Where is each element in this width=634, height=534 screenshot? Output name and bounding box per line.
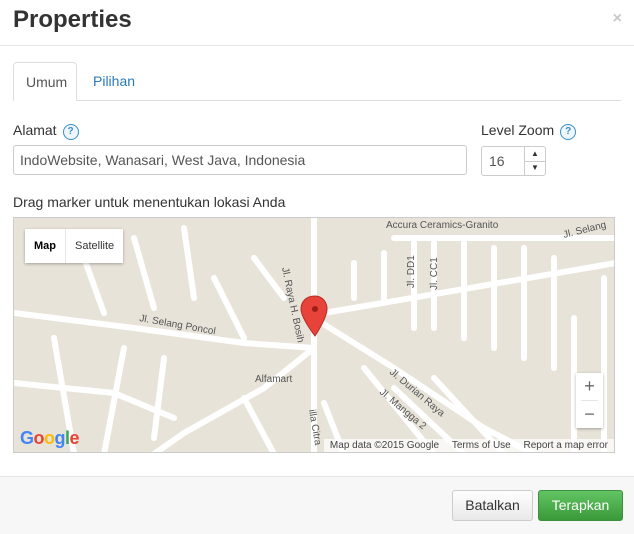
address-label-row: Alamat? — [13, 122, 79, 140]
cancel-button[interactable]: Batalkan — [452, 490, 533, 521]
zoom-in-icon[interactable]: + — [576, 373, 603, 400]
dialog-header: Properties × — [0, 0, 634, 46]
tab-umum[interactable]: Umum — [13, 62, 77, 101]
logo-g2: g — [54, 428, 66, 448]
dialog-title: Properties — [13, 6, 132, 33]
address-input[interactable] — [13, 145, 467, 175]
place-alfamart: Alfamart — [255, 374, 292, 385]
zoom-label-row: Level Zoom? — [481, 122, 577, 140]
address-label: Alamat — [13, 122, 57, 138]
dialog-footer: Batalkan Terapkan — [0, 476, 634, 534]
report-error-link[interactable]: Report a map error — [524, 440, 608, 451]
map-zoom-control: + − — [576, 373, 603, 428]
logo-o2: o — [44, 428, 55, 448]
road-cc1: Jl. CC1 — [429, 257, 440, 290]
tab-bar: Umum Pilihan — [13, 62, 621, 101]
google-logo: Google — [20, 428, 80, 449]
place-accura: Accura Ceramics-Granito — [386, 220, 499, 231]
map-view[interactable]: Accura Ceramics-Granito Jl. Selang Jl. S… — [13, 217, 615, 453]
terms-link[interactable]: Terms of Use — [452, 440, 511, 451]
map-instruction: Drag marker untuk menentukan lokasi Anda — [13, 194, 286, 210]
zoom-out-icon[interactable]: − — [576, 401, 603, 428]
zoom-up-icon[interactable]: ▲ — [524, 147, 545, 162]
road-dd1: Jl. DD1 — [406, 255, 417, 288]
zoom-value[interactable]: 16 — [489, 153, 505, 169]
map-type-satellite[interactable]: Satellite — [66, 229, 123, 263]
apply-button[interactable]: Terapkan — [538, 490, 623, 521]
zoom-help-icon[interactable]: ? — [560, 124, 577, 140]
map-attribution: Map data ©2015 Google Terms of Use Repor… — [323, 439, 614, 452]
zoom-stepper[interactable]: 16 ▲ ▼ — [481, 146, 546, 176]
address-help-icon[interactable]: ? — [62, 124, 79, 140]
logo-e: e — [69, 428, 80, 448]
logo-o1: o — [33, 428, 45, 448]
logo-g1: G — [20, 428, 34, 448]
map-data-credit: Map data ©2015 Google — [329, 440, 440, 451]
map-type-control: Map Satellite — [25, 229, 124, 263]
close-icon[interactable]: × — [613, 10, 622, 28]
zoom-down-icon[interactable]: ▼ — [524, 161, 545, 175]
map-type-map[interactable]: Map — [25, 229, 66, 263]
tab-pilihan[interactable]: Pilihan — [81, 62, 147, 100]
zoom-label: Level Zoom — [481, 122, 555, 138]
marker-dot — [312, 306, 318, 312]
